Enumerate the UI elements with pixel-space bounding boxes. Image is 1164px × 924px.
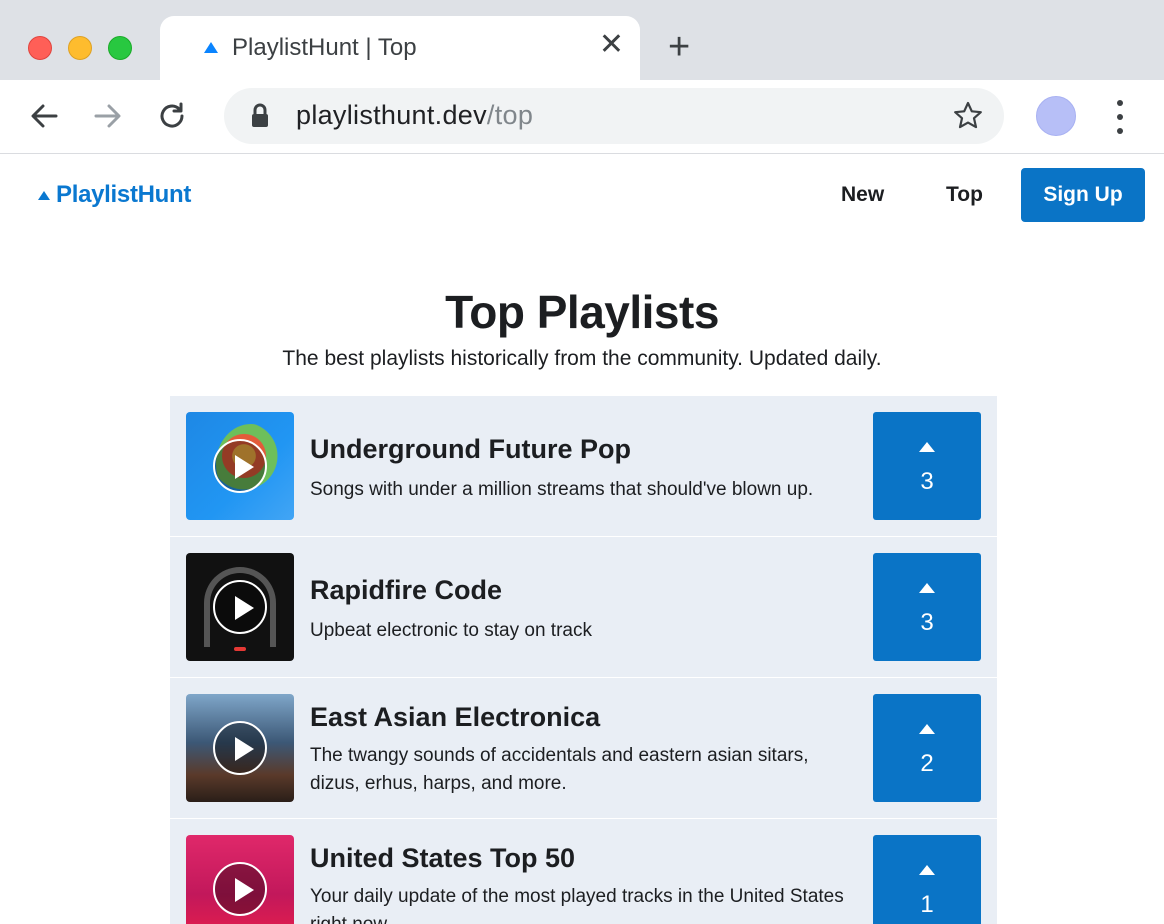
play-icon[interactable] bbox=[213, 439, 267, 493]
reload-icon[interactable] bbox=[152, 96, 192, 136]
tab-title: PlaylistHunt | Top bbox=[232, 34, 417, 61]
lock-icon bbox=[250, 103, 270, 134]
playlist-title[interactable]: East Asian Electronica bbox=[310, 702, 600, 733]
url-path: /top bbox=[486, 100, 534, 130]
play-icon[interactable] bbox=[213, 721, 267, 775]
window-controls bbox=[28, 36, 132, 60]
bookmark-star-icon[interactable] bbox=[952, 100, 984, 137]
playlist-cover[interactable] bbox=[186, 835, 294, 924]
playlist-row: United States Top 50 Your daily update o… bbox=[170, 819, 997, 924]
brand-name: PlaylistHunt bbox=[56, 181, 192, 208]
playlist-title[interactable]: Rapidfire Code bbox=[310, 575, 502, 606]
back-arrow-icon[interactable] bbox=[24, 96, 64, 136]
close-window-button[interactable] bbox=[28, 36, 52, 60]
playlist-cover[interactable] bbox=[186, 412, 294, 520]
site-logo[interactable]: PlaylistHunt bbox=[38, 181, 191, 209]
playlist-description: Songs with under a million streams that … bbox=[310, 479, 814, 500]
upvote-arrow-icon bbox=[919, 865, 935, 875]
vote-count: 3 bbox=[920, 468, 934, 495]
upvote-arrow-icon bbox=[919, 583, 935, 593]
page-subtitle: The best playlists historically from the… bbox=[282, 347, 882, 370]
playlist-description: Your daily update of the most played tra… bbox=[310, 886, 844, 924]
upvote-button[interactable]: 3 bbox=[873, 553, 981, 661]
upvote-arrow-icon bbox=[919, 724, 935, 734]
favicon-icon bbox=[204, 42, 218, 53]
minimize-window-button[interactable] bbox=[68, 36, 92, 60]
playlist-row: Underground Future Pop Songs with under … bbox=[170, 396, 997, 537]
playlist-cover[interactable] bbox=[186, 553, 294, 661]
playlist-cover[interactable] bbox=[186, 694, 294, 802]
browser-toolbar: playlisthunt.dev/top bbox=[0, 80, 1164, 154]
upvote-button[interactable]: 3 bbox=[873, 412, 981, 520]
forward-arrow-icon[interactable] bbox=[88, 96, 128, 136]
browser-tab-active[interactable]: PlaylistHunt | Top ✕ bbox=[160, 16, 640, 80]
url-domain: playlisthunt.dev bbox=[296, 100, 487, 130]
new-tab-icon[interactable]: + bbox=[668, 28, 690, 66]
vote-count: 1 bbox=[920, 891, 934, 918]
playlist-description: The twangy sounds of accidentals and eas… bbox=[310, 745, 809, 794]
cover-accent bbox=[234, 647, 246, 651]
url-text: playlisthunt.dev/top bbox=[296, 100, 533, 131]
play-icon[interactable] bbox=[213, 862, 267, 916]
nav-link-new[interactable]: New bbox=[841, 183, 884, 207]
upvote-arrow-icon bbox=[919, 442, 935, 452]
page-content: PlaylistHunt New Top Sign Up Top Playlis… bbox=[0, 155, 1164, 924]
logo-triangle-icon bbox=[38, 190, 50, 200]
browser-tab-bar: PlaylistHunt | Top ✕ + bbox=[0, 0, 1164, 80]
playlist-list: Underground Future Pop Songs with under … bbox=[170, 396, 997, 924]
vote-count: 2 bbox=[920, 750, 934, 777]
playlist-row: Rapidfire Code Upbeat electronic to stay… bbox=[170, 537, 997, 678]
sign-up-button[interactable]: Sign Up bbox=[1021, 168, 1145, 222]
tab-close-icon[interactable]: ✕ bbox=[599, 30, 624, 60]
browser-menu-icon[interactable] bbox=[1110, 100, 1130, 134]
vote-count: 3 bbox=[920, 609, 934, 636]
upvote-button[interactable]: 1 bbox=[873, 835, 981, 924]
page-title: Top Playlists bbox=[445, 286, 719, 338]
maximize-window-button[interactable] bbox=[108, 36, 132, 60]
profile-avatar[interactable] bbox=[1036, 96, 1076, 136]
address-bar[interactable]: playlisthunt.dev/top bbox=[224, 88, 1004, 144]
upvote-button[interactable]: 2 bbox=[873, 694, 981, 802]
nav-link-top[interactable]: Top bbox=[946, 183, 983, 207]
playlist-description: Upbeat electronic to stay on track bbox=[310, 620, 592, 641]
playlist-row: East Asian Electronica The twangy sounds… bbox=[170, 678, 997, 819]
playlist-title[interactable]: Underground Future Pop bbox=[310, 434, 631, 465]
playlist-title[interactable]: United States Top 50 bbox=[310, 843, 575, 874]
play-icon[interactable] bbox=[213, 580, 267, 634]
